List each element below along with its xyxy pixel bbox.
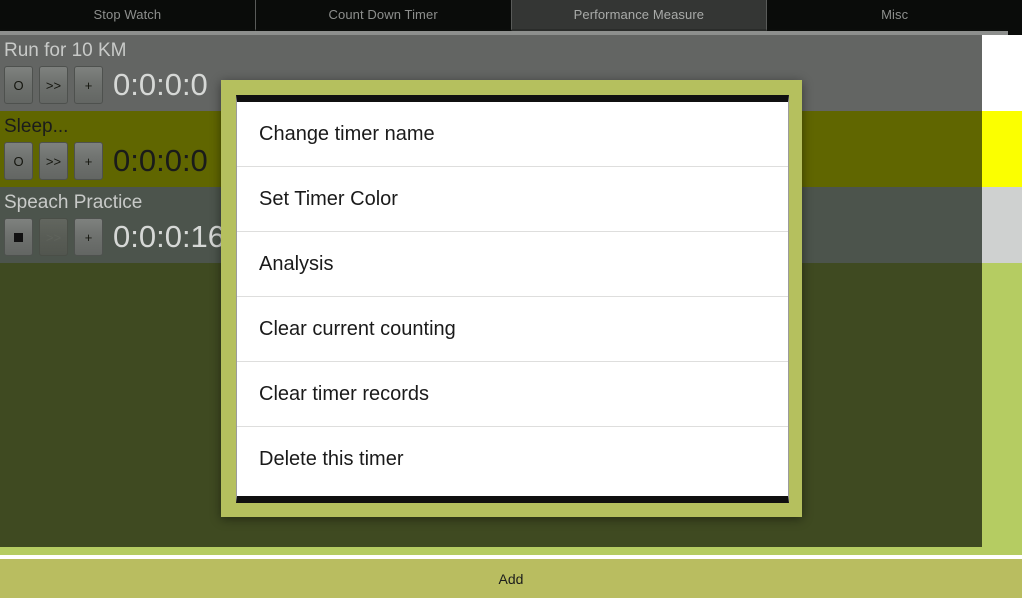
menu-item-set-timer-color[interactable]: Set Timer Color [237,167,788,232]
app-root: Stop Watch Count Down Timer Performance Me… [0,0,1022,598]
dialog-menu-list: Change timer name Set Timer Color Analysis… [236,95,789,503]
menu-item-clear-timer-records[interactable]: Clear timer records [237,362,788,427]
menu-item-clear-current-counting[interactable]: Clear current counting [237,297,788,362]
menu-item-delete-this-timer[interactable]: Delete this timer [237,427,788,492]
dialog-scrim[interactable]: Change timer name Set Timer Color Analysis… [0,0,1022,598]
menu-item-change-timer-name[interactable]: Change timer name [237,102,788,167]
menu-item-analysis[interactable]: Analysis [237,232,788,297]
timer-options-dialog: Change timer name Set Timer Color Analysis… [221,80,802,517]
